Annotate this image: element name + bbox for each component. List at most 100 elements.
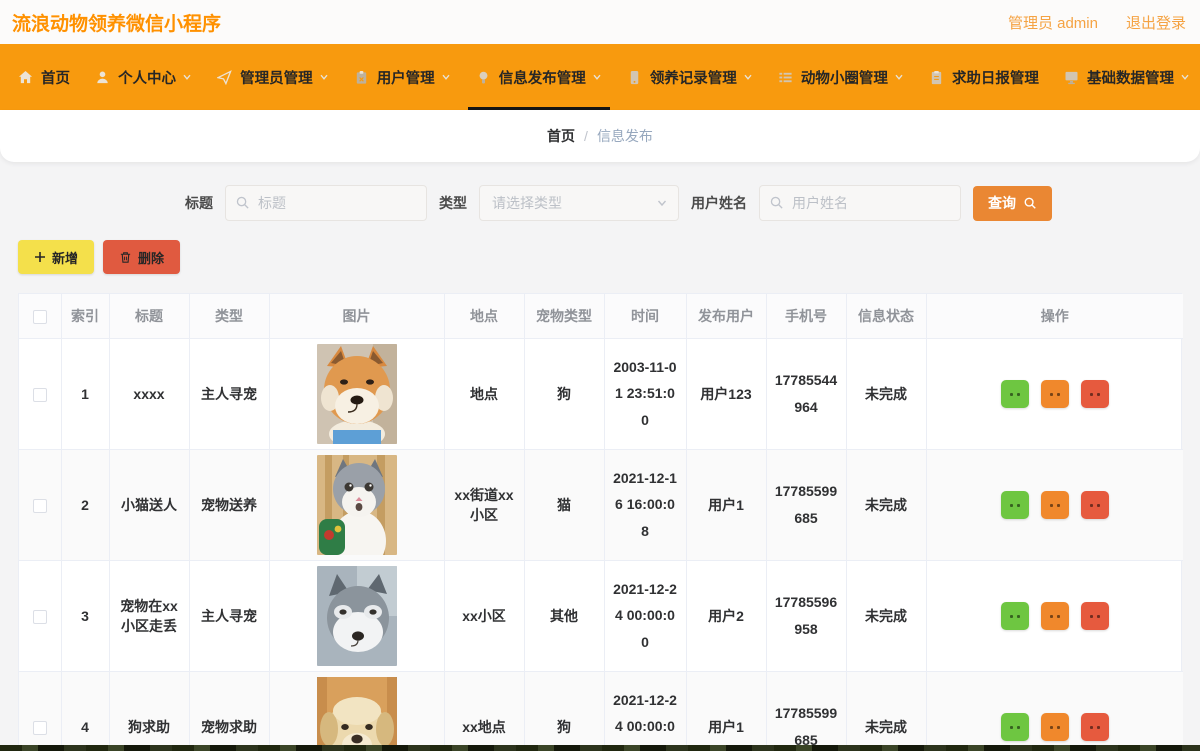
add-button-label: 新增 — [52, 248, 78, 267]
row-delete-button[interactable] — [1081, 602, 1109, 630]
nav-item-label: 动物小圈管理 — [801, 67, 888, 88]
nav-item-label: 首页 — [41, 67, 70, 88]
bottom-strip — [0, 745, 1200, 751]
row-edit-button[interactable] — [1041, 602, 1069, 630]
row-edit-button[interactable] — [1041, 713, 1069, 741]
husky-dog-photo[interactable] — [317, 566, 397, 666]
app-title: 流浪动物领养微信小程序 — [12, 9, 221, 36]
report-icon — [929, 70, 944, 85]
table-header-row: 索引 标题 类型 图片 地点 宠物类型 时间 发布用户 手机号 信息状态 操作 — [19, 294, 1183, 338]
row-delete-button[interactable] — [1081, 713, 1109, 741]
chevron-down-icon — [592, 72, 602, 82]
nav-item-help-report-mgmt[interactable]: 求助日报管理 — [919, 44, 1049, 110]
table-row: 1 xxxx 主人寻宠 — [19, 338, 1183, 449]
cell-status: 未完成 — [846, 338, 926, 449]
cell-status: 未完成 — [846, 449, 926, 560]
nav-item-label: 领养记录管理 — [650, 67, 737, 88]
cell-publisher: 用户123 — [686, 338, 766, 449]
chevron-down-icon — [656, 197, 668, 209]
row-checkbox[interactable] — [33, 388, 47, 402]
chevron-down-icon — [1180, 72, 1190, 82]
cell-time: 2021-12-16 16:00:08 — [604, 449, 686, 560]
cell-checkbox — [19, 560, 61, 671]
nav-item-base-data-mgmt[interactable]: 基础数据管理 — [1054, 44, 1200, 110]
golden-puppy-photo[interactable] — [317, 677, 397, 751]
logout-link[interactable]: 退出登录 — [1126, 12, 1186, 33]
title-input-wrap — [225, 185, 427, 221]
type-select[interactable]: 请选择类型 — [479, 185, 679, 221]
type-select-placeholder: 请选择类型 — [492, 193, 562, 213]
row-checkbox[interactable] — [33, 610, 47, 624]
row-view-button[interactable] — [1001, 602, 1029, 630]
delete-button[interactable]: 删除 — [103, 240, 180, 274]
table-toolbar: 新增 删除 — [18, 240, 1200, 274]
admin-account-label[interactable]: 管理员 admin — [1008, 12, 1098, 33]
cell-checkbox — [19, 338, 61, 449]
cell-status: 未完成 — [846, 671, 926, 751]
nav-item-admin-mgmt[interactable]: 管理员管理 — [207, 44, 339, 110]
cat-photo[interactable] — [317, 455, 397, 555]
query-button[interactable]: 查询 — [973, 186, 1052, 221]
col-status: 信息状态 — [846, 294, 926, 338]
search-icon — [769, 195, 784, 210]
nav-item-home[interactable]: 首页 — [8, 44, 80, 110]
table-row: 2 小猫送人 宠物送养 — [19, 449, 1183, 560]
cell-phone: 17785599685 — [766, 671, 846, 751]
nav-item-user-mgmt[interactable]: 用户管理 — [344, 44, 461, 110]
cell-type: 主人寻宠 — [189, 338, 269, 449]
username-input-wrap — [759, 185, 961, 221]
row-edit-button[interactable] — [1041, 491, 1069, 519]
cell-actions — [926, 338, 1183, 449]
plus-icon — [34, 251, 46, 263]
cell-title: 狗求助 — [109, 671, 189, 751]
col-image: 图片 — [269, 294, 444, 338]
filter-bar: 标题 类型 请选择类型 用户姓名 查询 — [185, 185, 1200, 221]
nav-item-adoption-records[interactable]: 领养记录管理 — [617, 44, 763, 110]
nav-item-label: 管理员管理 — [240, 67, 313, 88]
nav-item-label: 个人中心 — [118, 67, 176, 88]
shiba-dog-photo[interactable] — [317, 344, 397, 444]
document-icon — [627, 70, 642, 85]
cell-type: 宠物送养 — [189, 449, 269, 560]
username-filter-label: 用户姓名 — [691, 193, 747, 213]
data-table: 索引 标题 类型 图片 地点 宠物类型 时间 发布用户 手机号 信息状态 操作 — [18, 293, 1182, 751]
nav-item-info-publish-mgmt[interactable]: 信息发布管理 — [466, 44, 612, 110]
cell-checkbox — [19, 449, 61, 560]
breadcrumb-home[interactable]: 首页 — [547, 126, 575, 146]
cell-image — [269, 449, 444, 560]
chevron-down-icon — [182, 72, 192, 82]
cell-actions — [926, 560, 1183, 671]
col-index: 索引 — [61, 294, 109, 338]
monitor-icon — [1064, 70, 1079, 85]
row-delete-button[interactable] — [1081, 491, 1109, 519]
row-view-button[interactable] — [1001, 713, 1029, 741]
row-delete-button[interactable] — [1081, 380, 1109, 408]
nav-item-profile[interactable]: 个人中心 — [85, 44, 202, 110]
cell-time: 2021-12-24 00:00:00 — [604, 560, 686, 671]
delete-button-label: 删除 — [138, 248, 164, 267]
nav-item-animal-circle-mgmt[interactable]: 动物小圈管理 — [768, 44, 914, 110]
breadcrumb-separator: / — [584, 128, 588, 144]
title-search-input[interactable] — [225, 185, 427, 221]
chevron-down-icon — [319, 72, 329, 82]
cell-checkbox — [19, 671, 61, 751]
row-edit-button[interactable] — [1041, 380, 1069, 408]
cell-index: 1 — [61, 338, 109, 449]
search-icon — [235, 195, 250, 210]
cell-title: xxxx — [109, 338, 189, 449]
add-button[interactable]: 新增 — [18, 240, 94, 274]
cell-index: 3 — [61, 560, 109, 671]
select-all-checkbox[interactable] — [33, 310, 47, 324]
bulb-icon — [476, 70, 491, 85]
row-checkbox[interactable] — [33, 721, 47, 735]
row-view-button[interactable] — [1001, 380, 1029, 408]
cell-time: 2003-11-01 23:51:00 — [604, 338, 686, 449]
row-view-button[interactable] — [1001, 491, 1029, 519]
cell-title: 宠物在xx小区走丢 — [109, 560, 189, 671]
cell-phone: 17785599685 — [766, 449, 846, 560]
cell-status: 未完成 — [846, 560, 926, 671]
cell-publisher: 用户1 — [686, 671, 766, 751]
username-search-input[interactable] — [759, 185, 961, 221]
col-phone: 手机号 — [766, 294, 846, 338]
row-checkbox[interactable] — [33, 499, 47, 513]
